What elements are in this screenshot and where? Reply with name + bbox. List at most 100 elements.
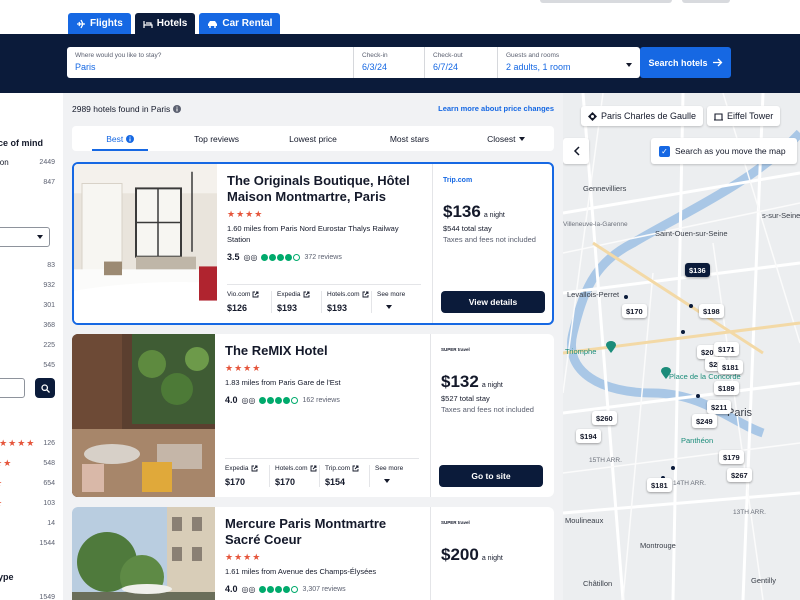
map-price-pin[interactable]: $171	[714, 342, 739, 356]
go-to-site-button[interactable]: Go to site	[439, 465, 543, 487]
tab-flights[interactable]: Flights	[68, 13, 131, 34]
see-more-providers[interactable]: See more	[372, 291, 421, 313]
map-hotel-dot[interactable]	[624, 295, 628, 299]
sort-top-reviews[interactable]: Top reviews	[168, 126, 264, 151]
provider-price[interactable]: Hotels.com $170	[270, 465, 320, 487]
collapse-map-button[interactable]	[563, 138, 589, 164]
filter-dropdown[interactable]	[0, 227, 50, 247]
filter-search-input[interactable]	[0, 378, 25, 398]
see-more-providers[interactable]: See more	[370, 465, 419, 487]
star-filter-4[interactable]: ★★★★	[0, 458, 12, 469]
sort-closest[interactable]: Closest	[458, 126, 554, 151]
map-place: Levallois-Perret	[567, 290, 620, 299]
destination-field[interactable]: Where would you like to stay? Paris	[67, 47, 354, 78]
map-price-pin[interactable]: $249	[692, 414, 717, 428]
map-price-pin[interactable]: $179	[719, 450, 744, 464]
sort-label: Lowest price	[289, 133, 337, 144]
hotel-card[interactable]: Mercure Paris Montmartre Sacré Coeur ★★★…	[72, 507, 554, 600]
sort-lowest-price[interactable]: Lowest price	[265, 126, 361, 151]
search-hotels-button[interactable]: Search hotels	[640, 47, 731, 78]
map-price-pin[interactable]: $194	[576, 429, 601, 443]
filter-count: 1549	[39, 594, 55, 600]
star-filter-2[interactable]: ★★	[0, 498, 3, 509]
map-hotel-dot[interactable]	[671, 466, 675, 470]
map-price-pin[interactable]: $267	[727, 468, 752, 482]
guests-field[interactable]: Guests and rooms 2 adults, 1 room	[498, 47, 640, 78]
hotel-photo[interactable]	[74, 164, 217, 323]
results-count: 2989 hotels found in Paris	[72, 104, 182, 114]
map-price-pin[interactable]: $136	[685, 263, 710, 277]
map-price-pin[interactable]: $170	[622, 304, 647, 318]
map-price-pin[interactable]: $260	[592, 411, 617, 425]
review-count[interactable]: 162 reviews	[302, 397, 339, 404]
filter-count: 1544	[39, 540, 55, 547]
sort-label: Closest	[487, 133, 516, 144]
hotel-photo[interactable]	[72, 334, 215, 497]
see-more-label: See more	[377, 291, 406, 298]
hotel-photo[interactable]	[72, 507, 215, 600]
provider-price[interactable]: Expedia $193	[272, 291, 322, 313]
checkbox-checked-icon: ✓	[659, 145, 670, 157]
provider-price[interactable]: Vio.com $126	[227, 291, 272, 313]
filter-search-button[interactable]	[35, 378, 55, 398]
tab-label: Hotels	[156, 18, 188, 29]
search-as-move-toggle[interactable]: ✓ Search as you move the map	[651, 138, 797, 164]
tab-hotels[interactable]: Hotels	[134, 13, 196, 34]
tab-car-rental[interactable]: Car Rental	[199, 13, 281, 34]
rating-bubble	[259, 585, 267, 593]
map-price-pin[interactable]: $189	[714, 381, 739, 395]
map-chip-cdg[interactable]: Paris Charles de Gaulle	[581, 106, 704, 126]
checkin-field[interactable]: Check-in 6/3/24	[354, 47, 425, 78]
landmark-icon	[714, 112, 723, 121]
provider-amount: $154	[325, 477, 346, 487]
sort-most-stars[interactable]: Most stars	[361, 126, 457, 151]
map-hotel-dot[interactable]	[696, 394, 700, 398]
info-icon[interactable]	[173, 105, 182, 113]
provider-price[interactable]: Hotels.com $193	[322, 291, 372, 313]
map-hotel-dot[interactable]	[689, 304, 693, 308]
taxes-note: Taxes and fees not included	[441, 405, 534, 414]
sort-best[interactable]: Best	[72, 126, 168, 151]
star-filter-3[interactable]: ★★★	[0, 478, 3, 489]
map-place: Panthéon	[681, 436, 714, 445]
external-link-icon	[252, 291, 259, 298]
arrow-right-icon	[712, 58, 722, 67]
rating-bubbles	[259, 396, 299, 404]
rating-bubble	[261, 253, 269, 261]
map-place: Triomphe	[565, 347, 597, 356]
review-count[interactable]: 372 reviews	[304, 254, 341, 261]
car-icon	[208, 20, 218, 28]
map-hotel-dot[interactable]	[681, 330, 685, 334]
rating-bubble	[283, 585, 291, 593]
learn-more-link[interactable]: Learn more about price changes	[438, 104, 554, 113]
header-control[interactable]	[682, 0, 730, 3]
hotel-card[interactable]: The Originals Boutique, Hôtel Maison Mon…	[72, 162, 554, 325]
header-control[interactable]	[540, 0, 672, 3]
external-link-icon	[362, 291, 368, 298]
filter-option[interactable]: ion	[0, 158, 9, 167]
review-count[interactable]: 3,307 reviews	[302, 586, 345, 593]
checkout-field[interactable]: Check-out 6/7/24	[425, 47, 498, 78]
provider-price[interactable]: Trip.com $154	[320, 465, 370, 487]
provider-logo: Trip.com	[443, 177, 473, 184]
provider-amount: $193	[327, 303, 348, 313]
provider-price[interactable]: Expedia $170	[225, 465, 270, 487]
map-price-pin[interactable]: $181	[647, 478, 672, 492]
location-icon	[588, 111, 597, 121]
tripadvisor-owl-icon: ◎◎	[241, 395, 256, 405]
hotel-name[interactable]: Mercure Paris Montmartre Sacré Coeur	[225, 516, 420, 548]
map-price-pin[interactable]: $181	[718, 360, 743, 374]
hotel-name[interactable]: The Originals Boutique, Hôtel Maison Mon…	[227, 173, 422, 205]
chevron-down-icon	[37, 235, 43, 239]
hotel-name[interactable]: The ReMIX Hotel	[225, 343, 420, 359]
chip-label: Paris Charles de Gaulle	[601, 111, 697, 121]
view-details-button[interactable]: View details	[441, 291, 545, 313]
results-map[interactable]: Paris Charles de Gaulle Eiffel Tower ✓ S…	[563, 93, 800, 600]
map-price-pin[interactable]: $198	[699, 304, 724, 318]
hotel-card[interactable]: The ReMIX Hotel ★★★★ 1.83 miles from Par…	[72, 334, 554, 497]
provider-name: Trip.com	[325, 465, 351, 472]
filter-count: 847	[43, 179, 55, 186]
star-filter-5[interactable]: ★★★★★	[0, 438, 35, 449]
map-chip-eiffel[interactable]: Eiffel Tower	[707, 106, 781, 126]
map-price-pin[interactable]: $211	[707, 400, 732, 414]
